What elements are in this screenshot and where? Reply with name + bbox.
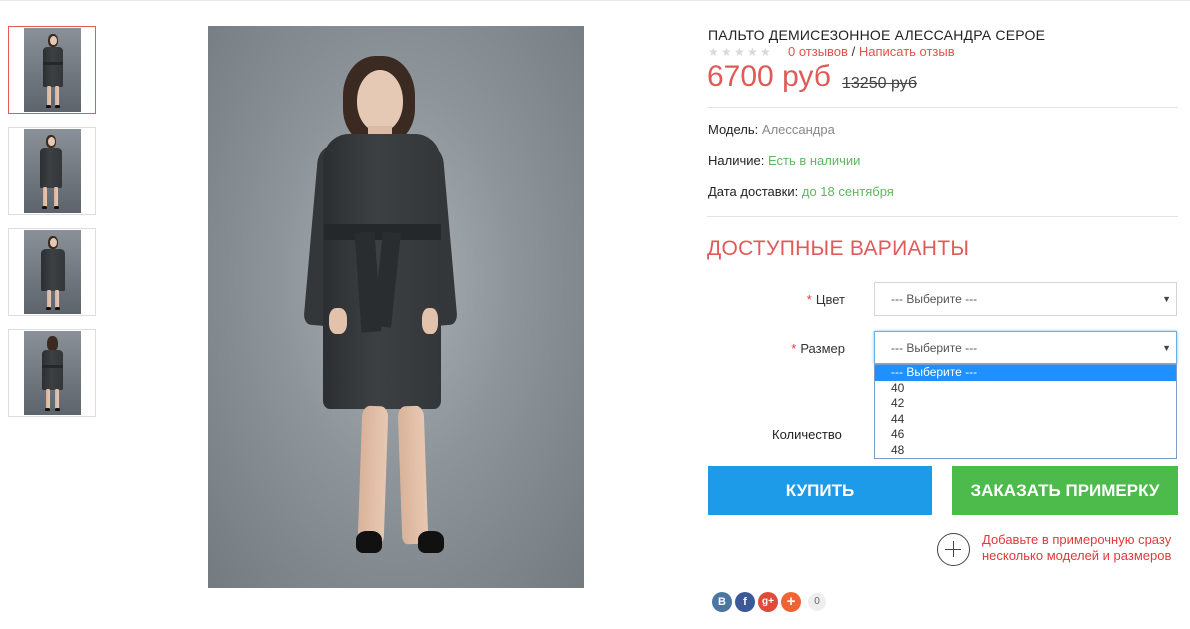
options-title: ДОСТУПНЫЕ ВАРИАНТЫ: [707, 237, 970, 260]
fitting-note[interactable]: Добавьте в примерочную сразу несколько м…: [982, 532, 1178, 564]
star-icon: ★: [721, 45, 732, 59]
share-count: 0: [808, 593, 826, 611]
buy-button[interactable]: КУПИТЬ: [708, 466, 932, 515]
size-dropdown-list: --- Выберите --- 40 42 44 46 48: [874, 364, 1177, 459]
availability-row: Наличие: Есть в наличии: [708, 153, 860, 168]
thumbnail-3[interactable]: [8, 228, 96, 316]
size-select-value: --- Выберите ---: [891, 341, 978, 355]
rating-stars: ★ ★ ★ ★ ★: [708, 45, 772, 59]
plus-circle-icon[interactable]: [937, 533, 970, 566]
required-mark: *: [806, 292, 812, 307]
size-select[interactable]: --- Выберите --- ▼: [874, 331, 1177, 364]
more-share-icon[interactable]: +: [781, 592, 801, 612]
availability-value: Есть в наличии: [767, 153, 861, 168]
size-label: * Размер: [791, 341, 845, 356]
delivery-value: до 18 сентября: [801, 184, 894, 199]
product-title: ПАЛЬТО ДЕМИСЕЗОННОЕ АЛЕССАНДРА СЕРОЕ: [708, 27, 1046, 43]
delivery-label: Дата доставки:: [708, 184, 799, 199]
divider: [707, 107, 1178, 108]
color-label: * Цвет: [806, 292, 845, 307]
star-icon: ★: [708, 45, 719, 59]
star-icon: ★: [734, 45, 745, 59]
main-product-photo[interactable]: [208, 26, 584, 588]
availability-label: Наличие:: [708, 153, 765, 168]
divider: [707, 216, 1178, 217]
model-label: Модель:: [708, 122, 759, 137]
quantity-label: Количество: [772, 427, 842, 442]
facebook-share-icon[interactable]: f: [735, 592, 755, 612]
thumbnail-4[interactable]: [8, 329, 96, 417]
color-select[interactable]: --- Выберите --- ▼: [874, 282, 1177, 316]
star-icon: ★: [760, 45, 771, 59]
color-select-value: --- Выберите ---: [891, 292, 978, 306]
header-divider: [0, 0, 1190, 1]
caret-down-icon: ▼: [1162, 343, 1171, 353]
thumbnail-photo: [24, 28, 81, 112]
size-option[interactable]: 48: [875, 443, 1176, 459]
caret-down-icon: ▼: [1162, 294, 1171, 304]
thumbnail-photo: [24, 331, 81, 415]
write-review-link[interactable]: Написать отзыв: [859, 44, 955, 59]
thumbnail-2[interactable]: [8, 127, 96, 215]
star-icon: ★: [747, 45, 758, 59]
model-row: Модель: Алессандра: [708, 122, 835, 137]
size-option[interactable]: 42: [875, 396, 1176, 412]
size-option[interactable]: 40: [875, 381, 1176, 397]
old-price: 13250 руб: [842, 75, 917, 92]
reviews-links: 0 отзывов / Написать отзыв: [788, 44, 955, 59]
vk-share-icon[interactable]: В: [712, 592, 732, 612]
order-fitting-button[interactable]: ЗАКАЗАТЬ ПРИМЕРКУ: [952, 466, 1178, 515]
model-value: Алессандра: [761, 122, 835, 137]
reviews-count-link[interactable]: 0 отзывов: [788, 44, 848, 59]
delivery-row: Дата доставки: до 18 сентября: [708, 184, 894, 199]
size-option[interactable]: 44: [875, 412, 1176, 428]
required-mark: *: [791, 341, 797, 356]
thumbnail-1[interactable]: [8, 26, 96, 114]
thumbnail-photo: [24, 230, 81, 314]
thumbnail-photo: [24, 129, 81, 213]
size-option[interactable]: --- Выберите ---: [875, 365, 1176, 381]
google-plus-share-icon[interactable]: g+: [758, 592, 778, 612]
size-option[interactable]: 46: [875, 427, 1176, 443]
reviews-separator: /: [851, 44, 856, 59]
current-price: 6700 руб: [707, 60, 831, 93]
